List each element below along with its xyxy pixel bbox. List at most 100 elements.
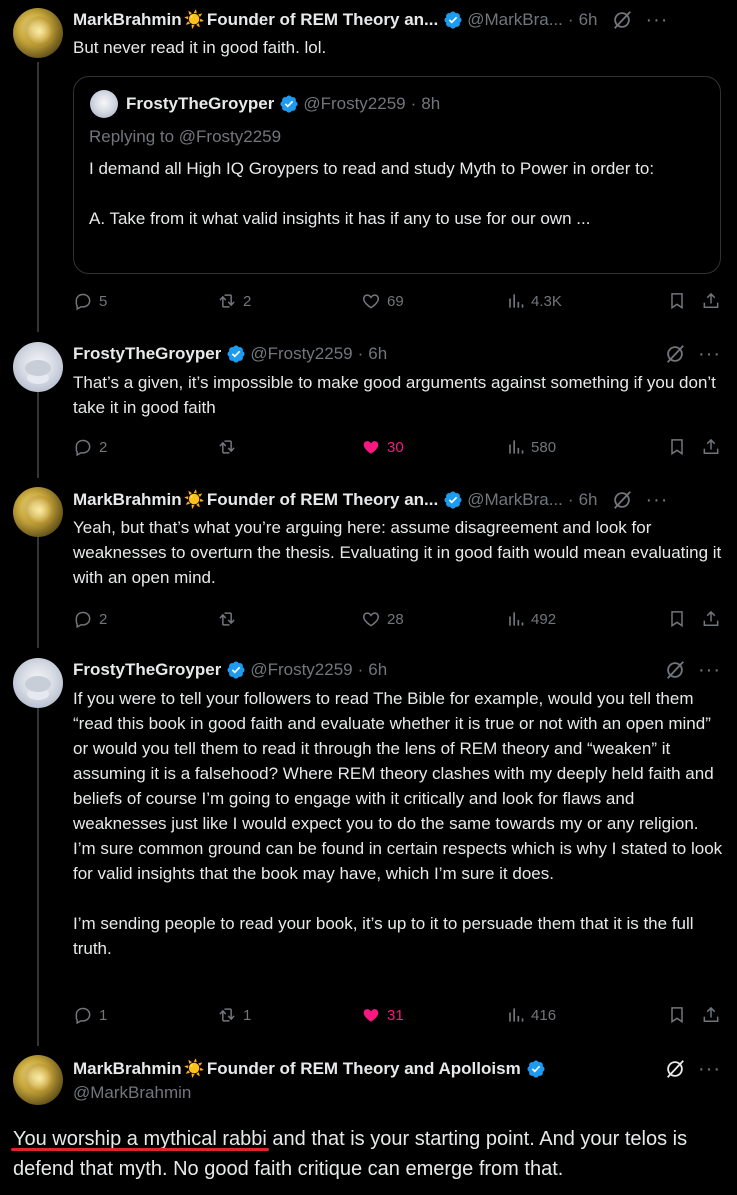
separator-dot: ·	[567, 490, 574, 509]
reply-icon	[73, 291, 93, 311]
tweet-paragraph: If you were to tell your followers to re…	[73, 689, 723, 883]
tweet[interactable]: FrostyTheGroyper @Frosty2259 · 6h ··· If…	[0, 650, 737, 1046]
display-name-suffix[interactable]: Founder of REM Theory and Apolloism	[207, 1059, 521, 1079]
like-button[interactable]: 69	[361, 291, 505, 311]
retweet-button[interactable]	[217, 437, 361, 457]
handle[interactable]: @MarkBra...	[467, 10, 563, 30]
share-button[interactable]	[687, 437, 721, 457]
quote-text-line: A. Take from it what valid insights it h…	[89, 209, 591, 228]
display-name[interactable]: MarkBrahmin	[73, 490, 182, 510]
like-count: 28	[387, 610, 404, 628]
verified-badge-icon[interactable]	[443, 10, 463, 30]
more-options-icon[interactable]: ···	[698, 344, 721, 364]
like-button[interactable]: 30	[361, 437, 505, 457]
views-icon	[505, 609, 525, 629]
grok-icon[interactable]	[611, 9, 633, 31]
avatar[interactable]	[13, 342, 63, 392]
view-count: 580	[531, 438, 557, 456]
bookmark-button[interactable]	[653, 291, 687, 311]
handle[interactable]: @MarkBra...	[467, 490, 563, 510]
reply-button[interactable]: 2	[73, 437, 217, 457]
avatar[interactable]	[13, 658, 63, 708]
verified-badge-icon[interactable]	[443, 490, 463, 510]
tweet-header: MarkBrahmin ☀️ Founder of REM Theory and…	[73, 1057, 721, 1081]
handle[interactable]: @Frosty2259	[250, 344, 352, 364]
reply-button[interactable]: 2	[73, 609, 217, 629]
reply-count: 5	[99, 292, 108, 310]
tweet[interactable]: FrostyTheGroyper @Frosty2259 · 6h ··· Th…	[0, 335, 737, 480]
grok-icon[interactable]	[664, 343, 686, 365]
retweet-count: 2	[243, 292, 252, 310]
views-icon	[505, 1005, 525, 1025]
tweet-actions: 2 28 492	[73, 607, 721, 631]
tweet-paragraph: I’m sending people to read your book, it…	[73, 914, 694, 958]
bookmark-button[interactable]	[653, 609, 687, 629]
retweet-icon	[217, 291, 237, 311]
display-name: FrostyTheGroyper	[126, 94, 275, 113]
timestamp[interactable]: 6h	[368, 344, 387, 364]
timestamp[interactable]: 6h	[579, 490, 598, 510]
bookmark-icon	[667, 291, 687, 311]
reply-icon	[73, 609, 93, 629]
verified-badge-icon[interactable]	[526, 1059, 546, 1079]
like-button[interactable]: 28	[361, 609, 505, 629]
timestamp[interactable]: 6h	[579, 10, 598, 30]
more-options-icon[interactable]: ···	[698, 660, 721, 680]
tweet-text: Yeah, but that’s what you’re arguing her…	[73, 518, 722, 587]
reply-button[interactable]: 5	[73, 291, 217, 311]
tweet-header: MarkBrahmin ☀️ Founder of REM Theory an.…	[73, 8, 721, 32]
handle[interactable]: @Frosty2259	[250, 660, 352, 680]
reply-button[interactable]: 1	[73, 1005, 217, 1025]
display-name[interactable]: MarkBrahmin	[73, 1059, 182, 1079]
tweet-actions: 1 1 31 416	[73, 1003, 721, 1027]
more-options-icon[interactable]: ···	[645, 10, 668, 30]
heart-icon	[361, 291, 381, 311]
grok-icon[interactable]	[664, 659, 686, 681]
retweet-button[interactable]: 1	[217, 1005, 361, 1025]
handle: @Frosty2259	[303, 94, 406, 113]
more-options-icon[interactable]: ···	[698, 1059, 721, 1079]
grok-icon[interactable]	[611, 489, 633, 511]
like-button[interactable]: 31	[361, 1005, 505, 1025]
avatar[interactable]	[13, 1055, 63, 1105]
bookmark-icon	[667, 609, 687, 629]
tweet-header: FrostyTheGroyper @Frosty2259 · 6h ···	[73, 342, 721, 366]
tweet[interactable]: MarkBrahmin ☀️ Founder of REM Theory an.…	[0, 480, 737, 650]
display-name[interactable]: FrostyTheGroyper	[73, 660, 221, 680]
tweet-text: But never read it in good faith. lol.	[73, 38, 327, 57]
display-name-suffix[interactable]: Founder of REM Theory an...	[207, 10, 438, 30]
retweet-icon	[217, 609, 237, 629]
display-name[interactable]: FrostyTheGroyper	[73, 344, 221, 364]
views-button[interactable]: 416	[505, 1005, 653, 1025]
share-button[interactable]	[687, 609, 721, 629]
verified-badge-icon[interactable]	[226, 344, 246, 364]
share-icon	[701, 1005, 721, 1025]
tweet-text: That’s a given, it’s impossible to make …	[73, 373, 716, 417]
bookmark-button[interactable]	[653, 1005, 687, 1025]
handle[interactable]: @MarkBrahmin	[73, 1083, 191, 1103]
separator-dot: ·	[410, 94, 417, 113]
retweet-button[interactable]	[217, 609, 361, 629]
avatar[interactable]	[13, 487, 63, 537]
more-options-icon[interactable]: ···	[645, 490, 668, 510]
share-button[interactable]	[687, 1005, 721, 1025]
underlined-text: You worship a mythical rabbi	[13, 1128, 267, 1150]
timestamp[interactable]: 6h	[368, 660, 387, 680]
display-name-suffix[interactable]: Founder of REM Theory an...	[207, 490, 438, 510]
views-button[interactable]: 492	[505, 609, 653, 629]
display-name[interactable]: MarkBrahmin	[73, 10, 182, 30]
bookmark-button[interactable]	[653, 437, 687, 457]
avatar[interactable]	[13, 8, 63, 58]
verified-badge-icon[interactable]	[226, 660, 246, 680]
verified-badge-icon	[279, 94, 299, 114]
views-button[interactable]: 4.3K	[505, 291, 653, 311]
replying-to: Replying to @Frosty2259	[89, 127, 282, 146]
retweet-icon	[217, 437, 237, 457]
views-button[interactable]: 580	[505, 437, 653, 457]
tweet[interactable]: MarkBrahmin ☀️ Founder of REM Theory an.…	[0, 0, 737, 335]
bookmark-icon	[667, 437, 687, 457]
grok-icon[interactable]	[664, 1058, 686, 1080]
share-button[interactable]	[687, 291, 721, 311]
retweet-button[interactable]: 2	[217, 291, 361, 311]
quote-text-line: I demand all High IQ Groypers to read an…	[89, 159, 655, 178]
